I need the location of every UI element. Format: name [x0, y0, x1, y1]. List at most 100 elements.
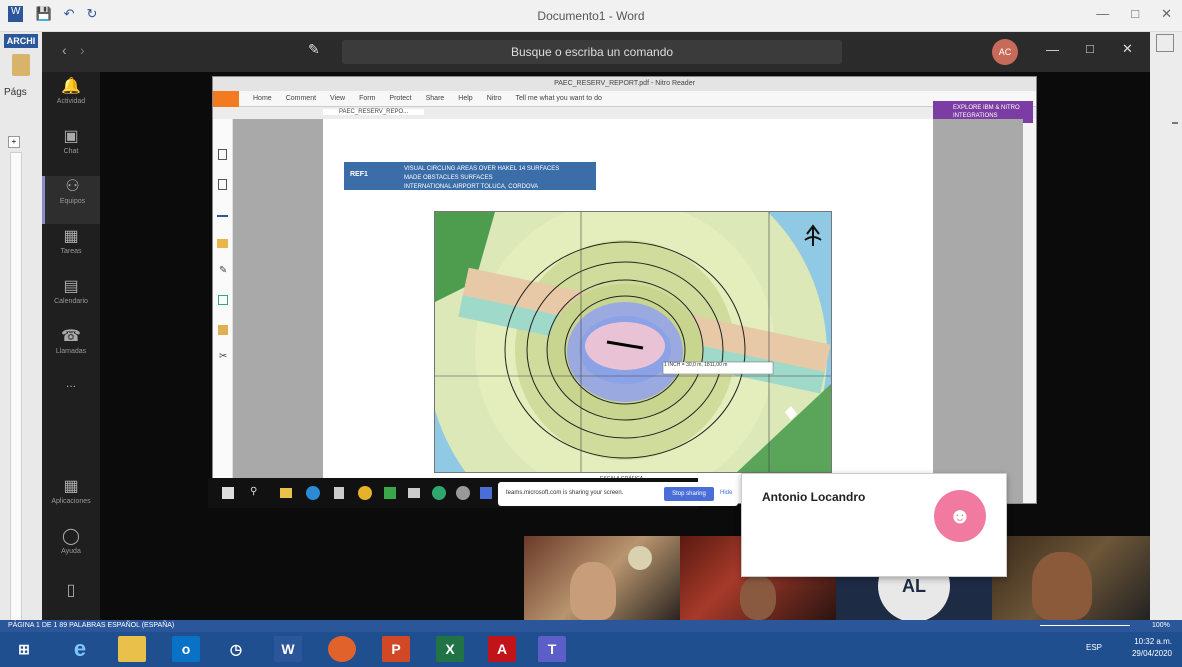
- ribbon-tab[interactable]: Home: [253, 95, 272, 102]
- collapse-icon[interactable]: +: [8, 136, 20, 148]
- bell-icon: 🔔: [61, 78, 81, 95]
- participant-face: [570, 562, 616, 620]
- rail-item-tasks[interactable]: ▦ Tareas: [42, 226, 100, 274]
- acrobat-icon[interactable]: A: [488, 636, 516, 662]
- help-icon: ◯: [62, 528, 80, 545]
- app-icon: [480, 487, 492, 499]
- participant-avatar: ☻: [934, 490, 986, 542]
- zoom-level[interactable]: 100%: [1152, 620, 1170, 632]
- ribbon-tab[interactable]: Help: [458, 95, 472, 102]
- minimize-icon[interactable]: —: [1096, 6, 1109, 22]
- page-icon[interactable]: [218, 149, 227, 160]
- outlook-icon[interactable]: o: [172, 636, 200, 662]
- map-tooltip: 1 INCH = 30,0 m, 1811,00 m: [664, 362, 728, 368]
- map-title-line2: MADE OBSTACLES SURFACES: [404, 175, 493, 181]
- edge-icon[interactable]: e: [66, 636, 94, 662]
- more-icon: ...: [65, 376, 76, 390]
- ruler-marker: [1172, 122, 1178, 124]
- pdf-canvas-left: [233, 119, 323, 503]
- rail-item-teams[interactable]: ⚇ Equipos: [42, 176, 100, 224]
- user-icon[interactable]: [1156, 34, 1174, 52]
- participant-video: [524, 536, 680, 620]
- folder-icon: [280, 488, 292, 498]
- forward-icon[interactable]: ›: [80, 42, 85, 58]
- pdf-ribbon: Home Comment View Form Protect Share Hel…: [213, 91, 1036, 107]
- map-title-line1: VISUAL CIRCLING AREAS OVER HAKEL 14 SURF…: [404, 166, 560, 172]
- rail-item-calendar[interactable]: ▤ Calendario: [42, 276, 100, 324]
- doc-tab[interactable]: PAEC_RESERV_REPO...: [323, 109, 425, 115]
- windows-icon: [222, 487, 234, 499]
- rail-item-apps[interactable]: ▦ Aplicaciones: [42, 476, 100, 524]
- avatar[interactable]: AC: [992, 39, 1018, 65]
- cut-icon[interactable]: ✂: [219, 351, 227, 362]
- map-graphic: [435, 212, 831, 472]
- ribbon-tab[interactable]: Share: [426, 95, 445, 102]
- pdf-title-bar: PAEC_RESERV_REPORT.pdf - Nitro Reader: [213, 77, 1036, 91]
- share-message: teams.microsoft.com is sharing your scre…: [506, 490, 624, 496]
- ribbon-tab[interactable]: View: [330, 95, 345, 102]
- chat-icon: ▣: [63, 128, 79, 145]
- rail-item-activity[interactable]: 🔔 Actividad: [42, 76, 100, 124]
- participant-card[interactable]: Antonio Locandro ☻: [741, 473, 1007, 577]
- rail-item-calls[interactable]: ☎ Llamadas: [42, 326, 100, 374]
- pdf-tool-column: ✎ ✂: [213, 119, 233, 503]
- close-icon[interactable]: ✕: [1122, 41, 1133, 57]
- language-indicator[interactable]: ESP: [1086, 642, 1102, 654]
- search-input[interactable]: Busque o escriba un comando: [342, 40, 842, 64]
- close-icon[interactable]: ✕: [1161, 6, 1172, 22]
- file-explorer-icon[interactable]: [118, 636, 146, 662]
- lock-icon[interactable]: [218, 325, 228, 335]
- clock-date[interactable]: 29/04/2020: [1132, 648, 1172, 660]
- word-titlebar: W 💾 ↶ ↻ Documento1 - Word — □ ✕: [0, 0, 1182, 32]
- calculator-icon: [334, 487, 344, 499]
- minimize-icon[interactable]: —: [1046, 42, 1059, 57]
- start-button[interactable]: ⊞: [10, 636, 38, 662]
- phone-icon: ☎: [61, 328, 81, 345]
- apps-icon: ▦: [63, 478, 79, 495]
- restore-icon[interactable]: □: [1131, 6, 1139, 22]
- back-icon[interactable]: ‹: [62, 42, 67, 58]
- rail-item-chat[interactable]: ▣ Chat: [42, 126, 100, 174]
- archi-tab[interactable]: ARCHI: [4, 34, 38, 48]
- map-code: REF1: [350, 171, 368, 178]
- zoom-slider[interactable]: [1040, 625, 1130, 626]
- word-icon[interactable]: W: [274, 636, 302, 662]
- rail-item-more[interactable]: ...: [42, 376, 100, 424]
- teams-icon: ⚇: [65, 178, 80, 195]
- maximize-icon[interactable]: □: [1086, 41, 1094, 56]
- excel-icon[interactable]: X: [436, 636, 464, 662]
- word-status-bar: PÁGINA 1 DE 1 89 PALABRAS ESPAÑOL (ESPAÑ…: [0, 620, 1182, 632]
- powerpoint-icon[interactable]: P: [382, 636, 410, 662]
- ribbon-tab[interactable]: Protect: [389, 95, 411, 102]
- paste-icon[interactable]: [12, 54, 30, 76]
- compose-icon[interactable]: ✎: [308, 41, 320, 58]
- teams-icon[interactable]: T: [538, 636, 566, 662]
- search-icon: ⚲: [250, 486, 258, 497]
- participant-face: [1032, 552, 1092, 620]
- signature-icon[interactable]: [217, 209, 228, 217]
- attachment-icon[interactable]: [218, 295, 228, 305]
- rail-item-help[interactable]: ◯ Ayuda: [42, 526, 100, 574]
- edge-icon: [306, 486, 320, 500]
- hide-button[interactable]: Hide: [720, 490, 732, 496]
- clock-app-icon[interactable]: ◷: [222, 636, 250, 662]
- participant-name: Antonio Locandro: [762, 490, 866, 504]
- ribbon-tabs: Home Comment View Form Protect Share Hel…: [253, 95, 602, 102]
- ribbon-tab[interactable]: Form: [359, 95, 375, 102]
- folder-icon[interactable]: [217, 239, 228, 248]
- ribbon-tab[interactable]: Nitro: [487, 95, 502, 102]
- pdf-document-tabs: PAEC_RESERV_REPO...: [213, 107, 1036, 119]
- clock-time[interactable]: 10:32 a.m.: [1132, 636, 1172, 648]
- file-tab[interactable]: [213, 91, 239, 107]
- pen-icon[interactable]: ✎: [219, 265, 227, 276]
- tell-me-input[interactable]: Tell me what you want to do: [515, 95, 601, 102]
- firefox-icon[interactable]: [328, 636, 356, 662]
- stop-sharing-button[interactable]: Stop sharing: [664, 487, 714, 501]
- meeting-icon: ▤: [63, 278, 79, 295]
- ribbon-tab[interactable]: Comment: [286, 95, 316, 102]
- screen-share-bar: teams.microsoft.com is sharing your scre…: [498, 482, 738, 506]
- camera-icon: [408, 488, 420, 498]
- bookmark-icon[interactable]: [218, 179, 227, 190]
- participant-video: [992, 536, 1150, 620]
- chrome-icon: [358, 486, 372, 500]
